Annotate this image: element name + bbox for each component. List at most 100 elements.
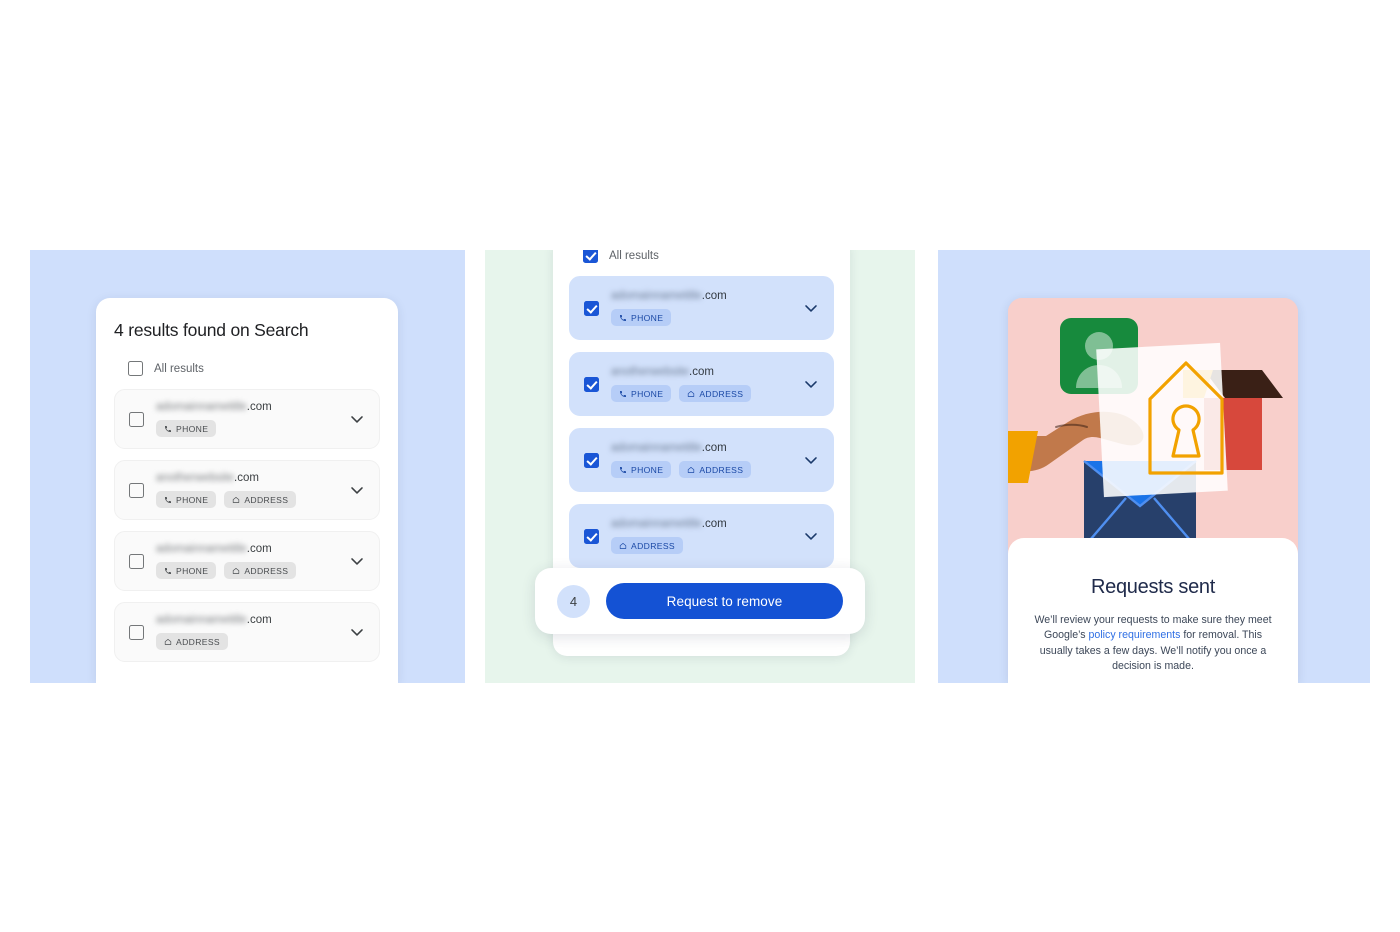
panel-requests-sent: Requests sent We’ll review your requests… (938, 250, 1370, 683)
panel-selected-results: All results adomainnametitle.com PHONE a… (485, 250, 915, 683)
result-domain-tld: .com (701, 442, 727, 454)
result-row[interactable]: adomainnametitle.com PHONE (569, 276, 834, 340)
confirmation-sheet: Requests sent We’ll review your requests… (1008, 538, 1298, 683)
result-row[interactable]: adomainnametitle.com ADDRESS (569, 504, 834, 568)
result-checkbox[interactable] (129, 482, 144, 498)
result-domain-blurred: anotherwebsite (611, 366, 689, 378)
request-to-remove-button[interactable]: Request to remove (606, 583, 843, 619)
home-icon (233, 496, 240, 503)
chevron-down-icon (351, 558, 363, 565)
confirmation-title: Requests sent (1091, 576, 1215, 598)
result-body: anotherwebsite.com PHONE ADDRESS (156, 472, 335, 508)
result-body: adomainnametitle.com ADDRESS (156, 614, 335, 650)
expand-row-button[interactable] (801, 526, 821, 546)
chevron-down-icon (805, 305, 817, 312)
chip-label: ADDRESS (244, 494, 289, 505)
result-domain-blurred: adomainnametitle (611, 442, 702, 454)
chip-label: ADDRESS (631, 540, 675, 551)
result-row[interactable]: adomainnametitle.com ADDRESS (114, 602, 380, 662)
result-chips: PHONE ADDRESS (156, 491, 335, 508)
expand-row-button[interactable] (347, 480, 367, 500)
result-checkbox[interactable] (129, 411, 144, 427)
chip-label: PHONE (176, 423, 209, 434)
result-domain-tld: .com (246, 614, 272, 626)
phone-icon (165, 425, 171, 432)
select-all-label: All results (609, 250, 659, 262)
result-row[interactable]: adomainnametitle.com PHONE (114, 389, 380, 449)
home-icon (619, 542, 627, 549)
result-checkbox[interactable] (584, 376, 599, 392)
result-domain: anotherwebsite.com (156, 472, 335, 484)
result-row[interactable]: anotherwebsite.com PHONE ADDRESS (114, 460, 380, 520)
expand-row-button[interactable] (801, 450, 821, 470)
result-chips: ADDRESS (156, 633, 335, 650)
result-chips: PHONE ADDRESS (156, 562, 335, 579)
chevron-down-icon (805, 533, 817, 540)
select-all-label: All results (154, 362, 204, 375)
chip-label: ADDRESS (176, 636, 220, 647)
result-domain-tld: .com (701, 518, 727, 530)
requests-sent-card: Requests sent We’ll review your requests… (1008, 298, 1298, 683)
phone-icon (620, 314, 626, 321)
result-body: adomainnametitle.com ADDRESS (611, 518, 789, 554)
chevron-down-icon (805, 381, 817, 388)
select-all-row-panel-one[interactable]: All results (114, 361, 380, 376)
chip-phone: PHONE (156, 491, 217, 508)
result-body: anotherwebsite.com PHONE ADDRESS (611, 366, 789, 402)
select-all-checkbox[interactable] (583, 250, 598, 263)
chip-label: PHONE (176, 494, 209, 505)
results-list-card: 4 results found on Search All results ad… (96, 298, 398, 683)
select-all-row-panel-two[interactable]: All results (569, 250, 834, 263)
screenshot-stage: 4 results found on Search All results ad… (0, 0, 1400, 932)
phone-icon (165, 496, 171, 503)
result-domain: adomainnametitle.com (156, 614, 335, 626)
chip-address: ADDRESS (679, 461, 752, 478)
results-list: adomainnametitle.com PHONE anotherwebsit… (114, 389, 380, 662)
page-title: 4 results found on Search (114, 320, 309, 340)
result-chips: PHONE (156, 420, 335, 437)
result-domain-tld: .com (689, 366, 714, 378)
result-domain: adomainnametitle.com (611, 290, 789, 302)
result-row[interactable]: adomainnametitle.com PHONE ADDRESS (114, 531, 380, 591)
result-checkbox[interactable] (129, 624, 144, 640)
chip-phone: PHONE (156, 562, 217, 579)
result-domain-tld: .com (246, 401, 272, 413)
expand-row-button[interactable] (801, 298, 821, 318)
result-checkbox[interactable] (584, 528, 599, 544)
phone-icon (620, 390, 626, 397)
chip-address: ADDRESS (224, 562, 297, 579)
chip-address: ADDRESS (611, 537, 683, 554)
expand-row-button[interactable] (347, 551, 367, 571)
result-row[interactable]: anotherwebsite.com PHONE ADDRESS (569, 352, 834, 416)
chip-address: ADDRESS (156, 633, 228, 650)
result-domain-blurred: adomainnametitle (156, 401, 247, 413)
home-icon (233, 567, 240, 574)
result-checkbox[interactable] (584, 300, 599, 316)
result-chips: PHONE ADDRESS (611, 461, 789, 478)
chip-address: ADDRESS (224, 491, 297, 508)
result-domain: adomainnametitle.com (156, 401, 335, 413)
result-domain-blurred: anotherwebsite (156, 472, 234, 484)
chip-label: PHONE (176, 565, 209, 576)
result-checkbox[interactable] (129, 553, 144, 569)
result-domain-tld: .com (701, 290, 727, 302)
policy-requirements-link[interactable]: policy requirements (1089, 629, 1181, 641)
chip-label: PHONE (631, 464, 664, 475)
expand-row-button[interactable] (801, 374, 821, 394)
chip-label: ADDRESS (244, 565, 289, 576)
chip-label: ADDRESS (699, 464, 744, 475)
select-all-checkbox[interactable] (128, 361, 143, 376)
chip-address: ADDRESS (679, 385, 752, 402)
chip-label: ADDRESS (699, 388, 744, 399)
result-domain: adomainnametitle.com (156, 543, 335, 555)
result-checkbox[interactable] (584, 452, 599, 468)
result-body: adomainnametitle.com PHONE ADDRESS (156, 543, 335, 579)
result-domain: anotherwebsite.com (611, 366, 789, 378)
selected-count-badge: 4 (557, 584, 590, 618)
chevron-down-icon (351, 487, 363, 494)
result-body: adomainnametitle.com PHONE (156, 401, 335, 437)
chevron-down-icon (351, 629, 363, 636)
expand-row-button[interactable] (347, 409, 367, 429)
result-row[interactable]: adomainnametitle.com PHONE ADDRESS (569, 428, 834, 492)
expand-row-button[interactable] (347, 622, 367, 642)
